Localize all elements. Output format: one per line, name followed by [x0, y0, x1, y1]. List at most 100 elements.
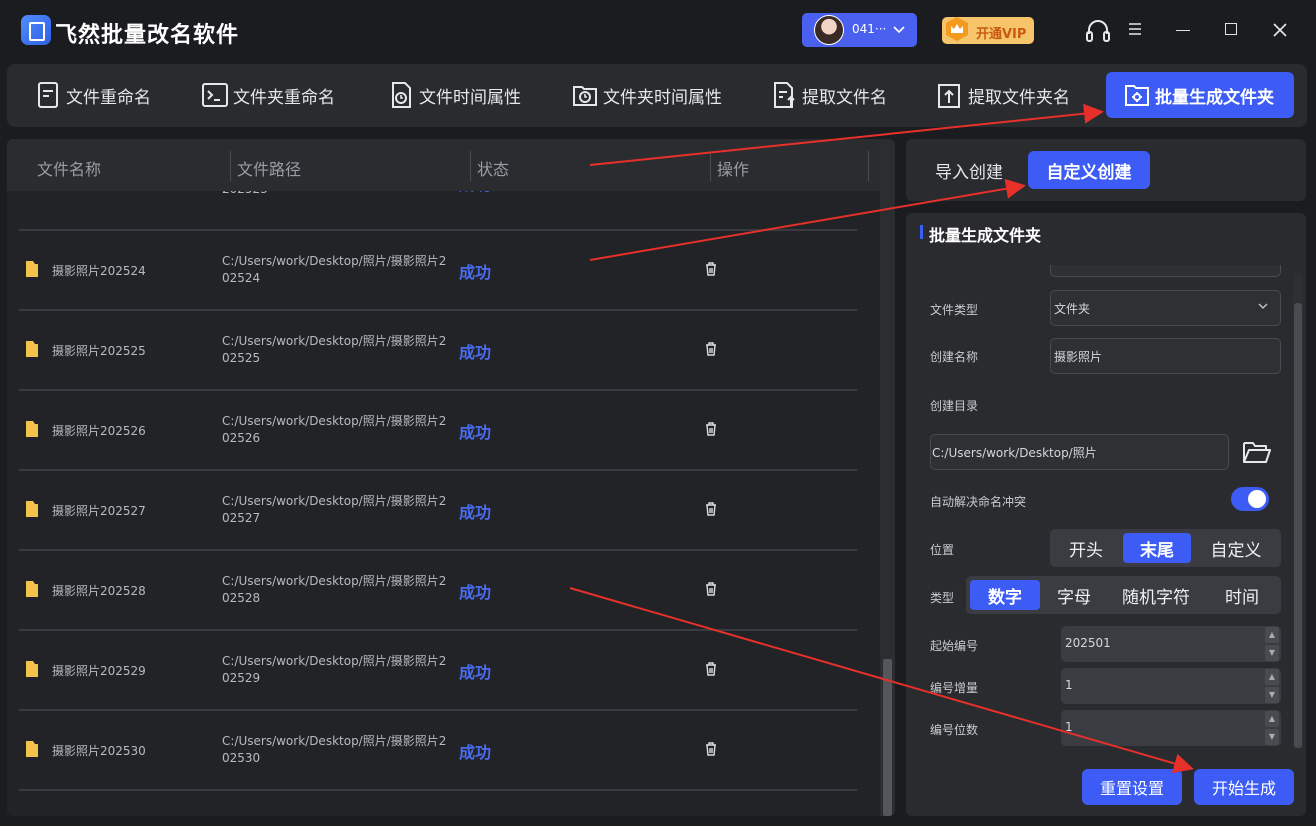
position-option-end[interactable]: 末尾: [1123, 533, 1191, 563]
file-type-select[interactable]: 文件夹: [1050, 290, 1281, 326]
file-name: 摄影照片202525: [52, 344, 146, 358]
position-option-start[interactable]: 开头: [1054, 533, 1118, 563]
table-row[interactable]: 摄影照片202528 C:/Users/work/Desktop/照片/摄影照片…: [19, 551, 857, 631]
trash-icon[interactable]: [705, 342, 717, 356]
create-dir-label: 创建目录: [930, 399, 979, 413]
digits-value: 1: [1065, 720, 1073, 734]
type-option-number[interactable]: 数字: [970, 580, 1040, 610]
type-option-random[interactable]: 随机字符: [1108, 580, 1204, 610]
file-type-label: 文件类型: [930, 303, 979, 317]
folder-icon: [26, 261, 38, 277]
type-option-letter[interactable]: 字母: [1044, 580, 1104, 610]
tab-import-create[interactable]: 导入创建: [924, 151, 1014, 189]
trash-icon[interactable]: [705, 662, 717, 676]
tab-batch-create-folder[interactable]: 批量生成文件夹: [1106, 72, 1294, 118]
tab-extract-folder-name[interactable]: 提取文件夹名: [935, 72, 1070, 118]
reset-button[interactable]: 重置设置: [1082, 769, 1182, 805]
tab-file-time[interactable]: 文件时间属性: [386, 72, 521, 118]
file-name: 摄影照片202527: [52, 504, 146, 518]
scrolled-field[interactable]: [1050, 265, 1281, 277]
stepper-down-icon[interactable]: ▼: [1265, 687, 1279, 703]
create-name-label: 创建名称: [930, 350, 979, 364]
tab-file-rename[interactable]: 文件重命名: [33, 72, 151, 118]
chevron-down-icon: [1258, 303, 1268, 309]
auto-conflict-toggle[interactable]: [1231, 487, 1269, 511]
type-label: 类型: [930, 591, 955, 605]
file-path: C:/Users/work/Desktop/照片/摄影照片202528: [222, 574, 447, 605]
position-label: 位置: [930, 543, 955, 557]
create-dir-input[interactable]: C:/Users/work/Desktop/照片: [930, 434, 1229, 470]
folder-extract-icon: [938, 84, 960, 108]
tab-extract-file-name[interactable]: 提取文件名: [769, 72, 887, 118]
tab-folder-rename[interactable]: 文件夹重命名: [200, 72, 335, 118]
vip-button[interactable]: 开通VIP: [942, 17, 1034, 44]
start-generate-button[interactable]: 开始生成: [1194, 769, 1294, 805]
start-number-label: 起始编号: [930, 639, 979, 653]
create-mode-switch: 导入创建 自定义创建: [906, 139, 1306, 201]
scrollbar-thumb[interactable]: [883, 659, 892, 816]
file-type-value: 文件夹: [1054, 301, 1091, 316]
stepper-up-icon[interactable]: ▲: [1265, 627, 1279, 643]
step-stepper[interactable]: 1 ▲ ▼: [1061, 668, 1281, 704]
status-badge: 成功: [459, 263, 492, 282]
headset-icon[interactable]: [1083, 16, 1113, 46]
chevron-down-icon: [893, 26, 905, 34]
file-name: 摄影照片202528: [52, 584, 146, 598]
table-row[interactable]: 摄影照片202529 C:/Users/work/Desktop/照片/摄影照片…: [19, 631, 857, 711]
user-account-button[interactable]: 041···: [802, 13, 917, 47]
function-tab-bar: 文件重命名 文件夹重命名 文件时间属性 文件夹时间属性 提取文件名 提取文件夹名…: [7, 64, 1307, 127]
table-scrollbar[interactable]: [880, 139, 895, 816]
position-option-custom[interactable]: 自定义: [1195, 533, 1277, 563]
menu-icon[interactable]: [1128, 22, 1142, 36]
file-path: C:/Users/work/Desktop/照片/摄影照片202525: [222, 334, 447, 365]
folder-open-icon[interactable]: [1242, 439, 1272, 465]
type-option-time[interactable]: 时间: [1208, 580, 1276, 610]
settings-scrollbar[interactable]: [1293, 273, 1303, 748]
table-row[interactable]: 摄影照片202525 C:/Users/work/Desktop/照片/摄影照片…: [19, 311, 857, 391]
minimize-icon[interactable]: [1176, 30, 1190, 31]
status-badge: 成功: [459, 343, 492, 362]
tab-folder-time[interactable]: 文件夹时间属性: [570, 72, 722, 118]
table-row[interactable]: 摄影照片202524 C:/Users/work/Desktop/照片/摄影照片…: [19, 231, 857, 311]
auto-conflict-label: 自动解决命名冲突: [930, 495, 1027, 509]
trash-icon[interactable]: [705, 742, 717, 756]
table-row[interactable]: 摄影照片202527 C:/Users/work/Desktop/照片/摄影照片…: [19, 471, 857, 551]
folder-clock-icon: [573, 86, 597, 106]
table-row[interactable]: 202523 成功: [19, 191, 857, 231]
create-name-input[interactable]: 摄影照片: [1050, 338, 1281, 374]
table-row[interactable]: 摄影照片202530 C:/Users/work/Desktop/照片/摄影照片…: [19, 711, 857, 791]
type-segmented-control: 数字 字母 随机字符 时间: [966, 576, 1281, 614]
status-badge: 成功: [459, 423, 492, 442]
create-dir-value: C:/Users/work/Desktop/照片: [932, 445, 1097, 460]
tab-label: 提取文件名: [802, 87, 887, 108]
start-number-value: 202501: [1065, 636, 1111, 650]
stepper-down-icon[interactable]: ▼: [1265, 729, 1279, 745]
stepper-up-icon[interactable]: ▲: [1265, 669, 1279, 685]
file-name: 摄影照片202529: [52, 664, 146, 678]
file-clock-icon: [392, 82, 411, 108]
start-number-stepper[interactable]: 202501 ▲ ▼: [1061, 626, 1281, 662]
tab-custom-create[interactable]: 自定义创建: [1028, 151, 1150, 189]
trash-icon[interactable]: [705, 582, 717, 596]
folder-icon: [26, 421, 38, 437]
status-badge: 成功: [459, 743, 492, 762]
file-name: 摄影照片202524: [52, 264, 146, 278]
scrollbar-thumb[interactable]: [1294, 303, 1302, 748]
trash-icon[interactable]: [705, 262, 717, 276]
stepper-up-icon[interactable]: ▲: [1265, 711, 1279, 727]
file-path: C:/Users/work/Desktop/照片/摄影照片202527: [222, 494, 447, 525]
trash-icon[interactable]: [705, 502, 717, 516]
status-badge: 成功: [459, 583, 492, 602]
status-badge: 成功: [459, 191, 491, 195]
stepper-down-icon[interactable]: ▼: [1265, 645, 1279, 661]
digits-stepper[interactable]: 1 ▲ ▼: [1061, 710, 1281, 746]
maximize-icon[interactable]: [1225, 23, 1237, 35]
digits-label: 编号位数: [930, 723, 979, 737]
table-row[interactable]: 摄影照片202526 C:/Users/work/Desktop/照片/摄影照片…: [19, 391, 857, 471]
tab-label: 文件夹时间属性: [603, 87, 722, 108]
file-path: C:/Users/work/Desktop/照片/摄影照片202529: [222, 654, 447, 685]
close-icon[interactable]: [1270, 20, 1290, 40]
create-name-value: 摄影照片: [1054, 349, 1103, 364]
title-bar: 飞然批量改名软件 041··· 开通VIP: [0, 0, 1316, 62]
trash-icon[interactable]: [705, 422, 717, 436]
